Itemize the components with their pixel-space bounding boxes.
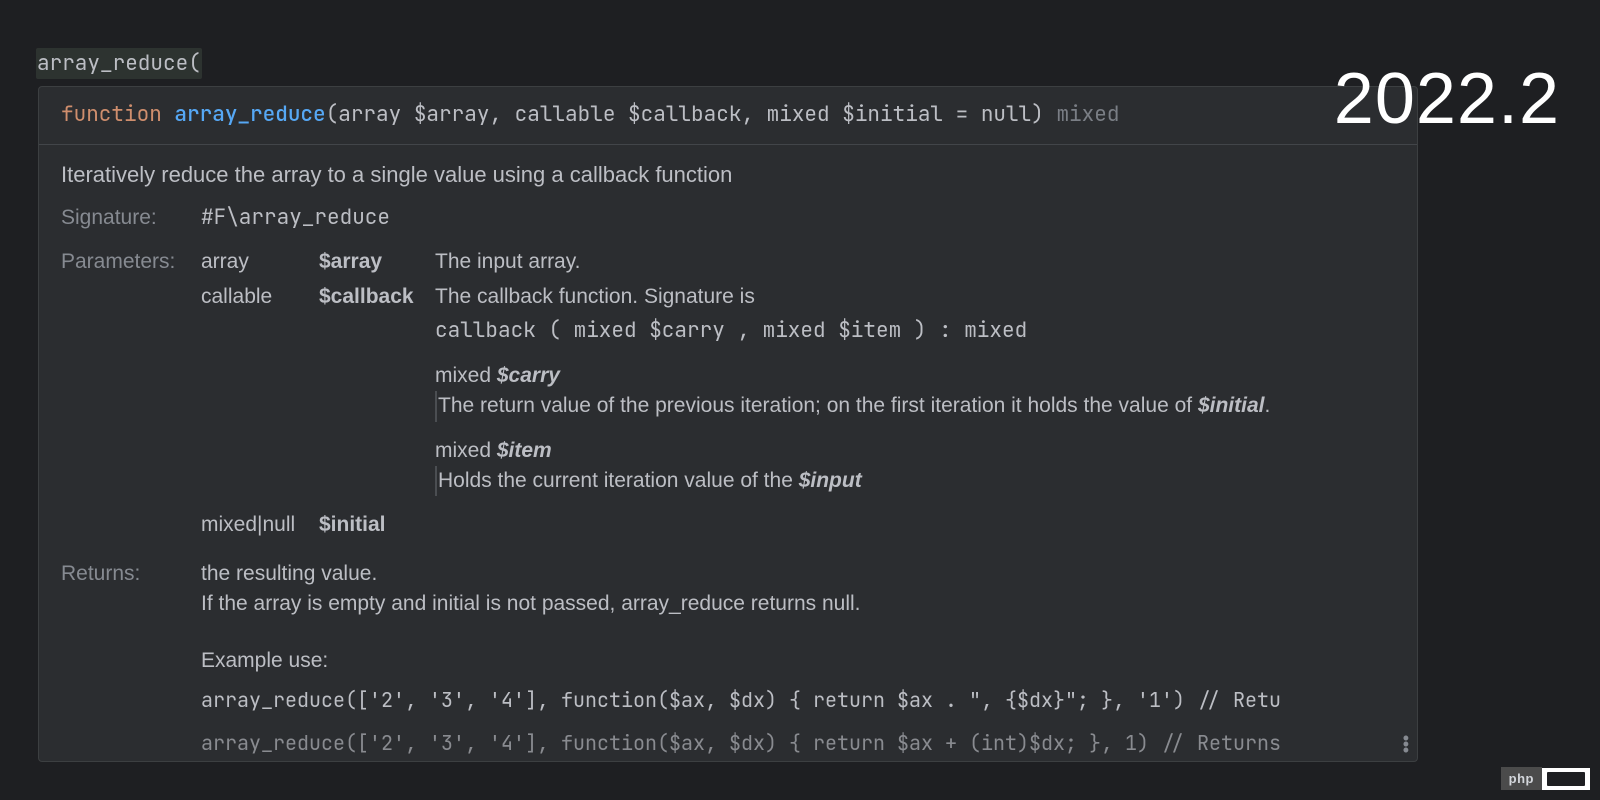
doc-summary: Iteratively reduce the array to a single… — [61, 159, 1395, 191]
param-type: callable — [201, 282, 319, 312]
returns-line: the resulting value. — [201, 559, 1395, 589]
callback-signature: callback ( mixed $carry , mixed $item ) … — [435, 316, 1395, 346]
callback-subparam: mixed $carry The return value of the pre… — [435, 361, 1395, 422]
param-type: array — [201, 247, 319, 277]
documentation-body: Iteratively reduce the array to a single… — [39, 145, 1417, 762]
keyword-function: function — [61, 101, 162, 128]
parameters-label: Parameters: — [61, 247, 201, 277]
param-desc: The input array. — [435, 247, 1395, 277]
signature-header: function array_reduce(array $array, call… — [39, 87, 1417, 145]
subparam-type: mixed — [435, 364, 491, 387]
documentation-popup[interactable]: function array_reduce(array $array, call… — [38, 86, 1418, 762]
typed-function-call: array_reduce( — [36, 48, 202, 79]
function-name: array_reduce — [174, 101, 325, 128]
subparam-em: $initial — [1198, 394, 1265, 417]
param-name: $initial — [319, 510, 435, 540]
param-desc: The callback function. Signature is call… — [435, 282, 1395, 497]
signature-label: Signature: — [61, 203, 201, 233]
php-language-badge[interactable]: php — [1501, 767, 1542, 790]
subparam-desc-post: . — [1264, 394, 1270, 417]
param-desc-text: The callback function. Signature is — [435, 285, 755, 308]
subparam-desc: Holds the current iteration value of the — [438, 469, 799, 492]
signature-return-type: mixed — [1056, 101, 1119, 128]
subparam-name: $carry — [497, 364, 560, 387]
param-name: $callback — [319, 282, 435, 312]
more-options-icon[interactable]: ••• — [1403, 735, 1409, 753]
signature-value: #F\array_reduce — [201, 203, 390, 233]
subparam-name: $item — [497, 439, 552, 462]
subparam-desc: The return value of the previous iterati… — [438, 394, 1198, 417]
param-name: $array — [319, 247, 435, 277]
param-row: array $array The input array. — [201, 247, 1395, 277]
example-code: array_reduce(['2', '3', '4'], function($… — [61, 686, 1395, 715]
status-widget-icon[interactable] — [1542, 768, 1590, 790]
param-row: callable $callback The callback function… — [201, 282, 1395, 497]
version-watermark: 2022.2 — [1334, 58, 1560, 140]
returns-label: Returns: — [61, 559, 201, 589]
param-type: mixed|null — [201, 510, 319, 540]
callback-subparam: mixed $item Holds the current iteration … — [435, 436, 1395, 497]
editor-code-line[interactable]: array_reduce( — [10, 44, 228, 83]
returns-line: If the array is empty and initial is not… — [201, 589, 1395, 619]
example-code: array_reduce(['2', '3', '4'], function($… — [61, 729, 1395, 758]
example-label: Example use: — [61, 646, 1395, 676]
subparam-em: $input — [799, 469, 862, 492]
status-bar: php — [1501, 767, 1590, 790]
param-row: mixed|null $initial — [201, 510, 1395, 540]
signature-params: (array $array, callable $callback, mixed… — [326, 101, 1044, 128]
subparam-type: mixed — [435, 439, 491, 462]
